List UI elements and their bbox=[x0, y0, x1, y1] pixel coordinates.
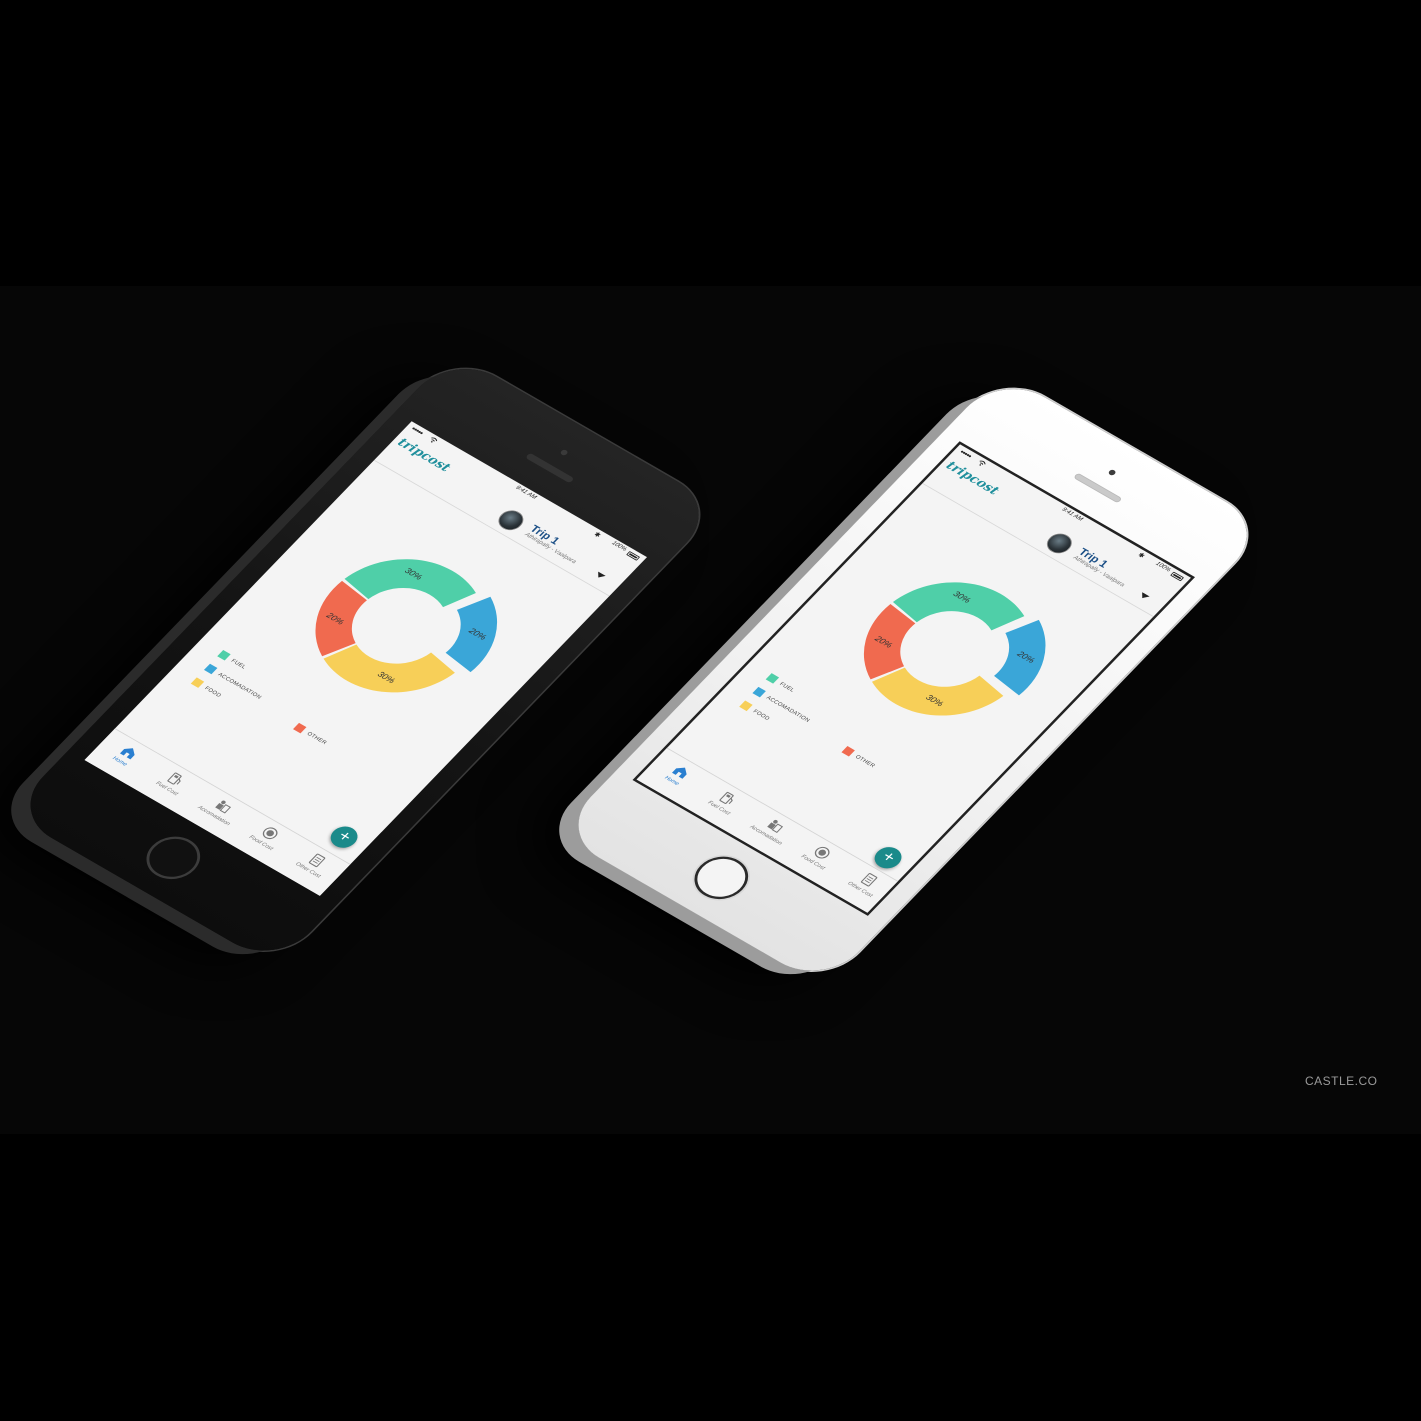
home-button[interactable] bbox=[683, 848, 760, 908]
tab-fuel-cost[interactable]: Fuel Cost bbox=[142, 760, 204, 803]
legend-item-fuel: FUEL bbox=[217, 649, 248, 671]
avatar[interactable] bbox=[1041, 529, 1077, 558]
avatar[interactable] bbox=[493, 506, 529, 534]
legend-item-fuel: FUEL bbox=[765, 673, 796, 694]
tab-food-cost[interactable]: Food Cost bbox=[789, 834, 851, 877]
legend-item-accomadation: ACCOMADATION bbox=[752, 686, 812, 724]
legend-label: FUEL bbox=[229, 658, 248, 671]
donut-slice-fuel bbox=[892, 582, 1025, 631]
donut-slice-fuel bbox=[344, 559, 476, 608]
speaker-grille bbox=[1073, 472, 1123, 504]
legend-swatch bbox=[293, 722, 307, 734]
legend-item-other: OTHER bbox=[293, 722, 328, 746]
legend-item-food: FOOD bbox=[739, 700, 771, 722]
legend-swatch bbox=[217, 649, 231, 661]
dropdown-arrow-icon[interactable] bbox=[594, 571, 606, 580]
legend-swatch bbox=[841, 746, 855, 757]
legend-label: OTHER bbox=[305, 730, 328, 746]
legend-swatch bbox=[765, 673, 780, 684]
tab-fuel-cost[interactable]: Fuel Cost bbox=[694, 780, 756, 823]
home-button[interactable] bbox=[135, 828, 212, 888]
legend-label: ACCOMADATION bbox=[216, 671, 263, 701]
legend-swatch bbox=[190, 677, 205, 688]
tab-food-cost[interactable]: Food Cost bbox=[237, 815, 299, 858]
tab-home[interactable]: Home bbox=[95, 733, 157, 776]
legend-swatch bbox=[739, 700, 753, 712]
tab-home[interactable]: Home bbox=[647, 753, 709, 796]
legend-label: FUEL bbox=[778, 681, 796, 694]
camera-icon bbox=[559, 448, 569, 457]
speaker-grille bbox=[525, 452, 575, 484]
legend-swatch bbox=[752, 686, 766, 698]
legend-label: FOOD bbox=[751, 708, 771, 722]
tab-other-cost[interactable]: Other Cost bbox=[284, 842, 346, 885]
legend-item-food: FOOD bbox=[190, 677, 223, 699]
dropdown-arrow-icon[interactable] bbox=[1138, 592, 1150, 601]
legend-label: FOOD bbox=[203, 685, 223, 699]
legend-item-other: OTHER bbox=[841, 746, 877, 769]
tab-accomadation[interactable]: Accomadation bbox=[741, 807, 803, 850]
legend-item-accomadation: ACCOMADATION bbox=[203, 663, 263, 701]
legend-label: OTHER bbox=[853, 754, 877, 769]
camera-icon bbox=[1107, 468, 1117, 477]
tab-accomadation[interactable]: Accomadation bbox=[189, 788, 251, 831]
legend-swatch bbox=[203, 663, 218, 675]
watermark: CASTLE.CO bbox=[1305, 1074, 1378, 1088]
legend-label: ACCOMADATION bbox=[764, 694, 812, 724]
add-expense-button[interactable]: + bbox=[325, 822, 363, 852]
